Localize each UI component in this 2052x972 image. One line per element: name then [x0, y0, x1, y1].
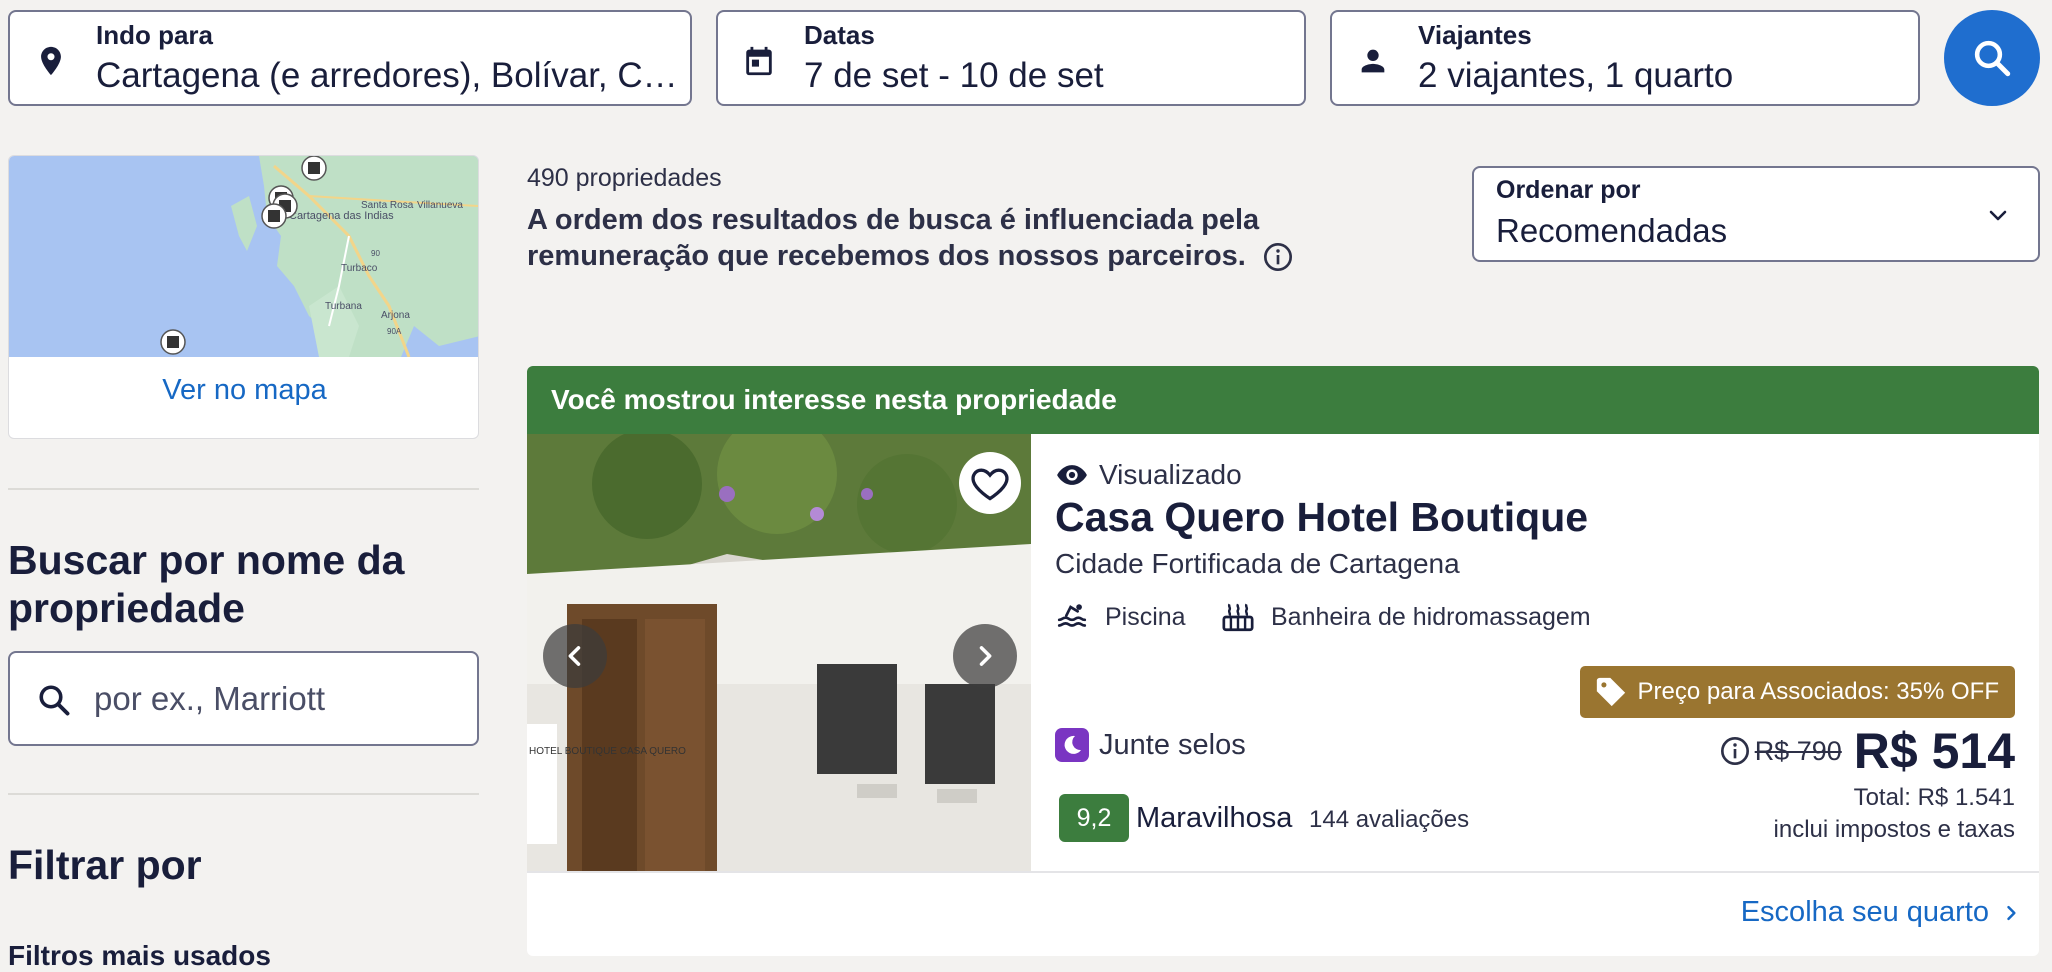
- original-price: R$ 790: [1754, 735, 1842, 766]
- rating-label: Maravilhosa: [1136, 802, 1293, 834]
- interest-banner: Você mostrou interesse nesta propriedade: [527, 366, 2039, 434]
- viewed-indicator: Visualizado: [1055, 458, 1242, 492]
- choose-room-link[interactable]: Escolha seu quarto: [1741, 896, 2021, 929]
- sidebar-divider: [8, 793, 479, 795]
- next-photo-button[interactable]: [953, 624, 1017, 688]
- sort-label: Ordenar por: [1496, 176, 1641, 204]
- rating-score: 9,2: [1059, 794, 1129, 842]
- amenity-pool: Piscina: [1055, 600, 1186, 634]
- property-photo-carousel[interactable]: HOTEL BOUTIQUE CASA QUERO: [527, 434, 1031, 872]
- loyalty-text: Junte selos: [1099, 728, 1246, 761]
- loyalty-stamps: Junte selos: [1055, 728, 1246, 762]
- pool-icon: [1057, 604, 1087, 627]
- results-count: 490 propriedades: [527, 164, 722, 192]
- moon-icon: [1055, 728, 1089, 762]
- map-thumbnail[interactable]: Cartagena das Indias Santa Rosa Villanue…: [9, 156, 479, 357]
- travelers-label: Viajantes: [1418, 20, 1532, 50]
- sort-dropdown[interactable]: Ordenar por Recomendadas: [1472, 166, 2040, 262]
- calendar-icon: [746, 46, 772, 76]
- info-icon[interactable]: [1719, 735, 1751, 767]
- price-row: R$ 790 R$ 514: [1719, 722, 2015, 780]
- dates-value: 7 de set - 10 de set: [804, 56, 1104, 95]
- location-pin-icon: [41, 46, 61, 76]
- photo-sign-text: HOTEL BOUTIQUE CASA QUERO: [529, 746, 686, 757]
- hotel-map-pin[interactable]: [301, 156, 327, 181]
- travelers-value: 2 viajantes, 1 quarto: [1418, 56, 1734, 95]
- map-label: Turbana: [325, 301, 362, 312]
- hot-tub-icon: [1222, 603, 1254, 632]
- search-by-name-heading: Buscar por nome da propriedade: [8, 537, 405, 631]
- dates-field[interactable]: Datas 7 de set - 10 de set: [716, 10, 1306, 106]
- viewed-text: Visualizado: [1099, 459, 1242, 490]
- search-icon: [39, 685, 70, 716]
- property-card[interactable]: Você mostrou interesse nesta propriedade…: [527, 366, 2039, 956]
- tag-icon: [1596, 677, 1625, 707]
- previous-photo-button[interactable]: [543, 624, 607, 688]
- map-label: 90A: [387, 327, 402, 336]
- map-label: Cartagena das Indias: [289, 210, 394, 222]
- filter-heading: Filtrar por: [8, 842, 202, 888]
- map-label: Turbaco: [341, 263, 378, 274]
- destination-field[interactable]: Indo para Cartagena (e arredores), Bolív…: [8, 10, 692, 106]
- chevron-left-icon: [568, 646, 581, 666]
- person-icon: [1361, 49, 1385, 73]
- map-label: Santa Rosa: [361, 200, 414, 211]
- search-button[interactable]: [1944, 10, 2040, 106]
- chevron-right-icon: [2007, 905, 2016, 920]
- info-icon[interactable]: [1262, 241, 1294, 273]
- chevron-down-icon: [1989, 210, 2007, 221]
- search-icon: [1974, 40, 2011, 77]
- map-card[interactable]: Cartagena das Indias Santa Rosa Villanue…: [8, 155, 479, 439]
- ranking-disclaimer: A ordem dos resultados de busca é influe…: [527, 202, 1447, 274]
- taxes-note: inclui impostos e taxas: [1773, 816, 2015, 843]
- sidebar-divider: [8, 488, 479, 490]
- sort-value: Recomendadas: [1496, 212, 1728, 249]
- eye-icon: [1057, 465, 1087, 485]
- choose-room-text: Escolha seu quarto: [1740, 896, 1989, 928]
- property-name-search-box[interactable]: [8, 651, 479, 746]
- dates-label: Datas: [804, 20, 875, 50]
- favorite-button[interactable]: [959, 452, 1021, 514]
- map-label: Arjona: [381, 310, 410, 321]
- amenity-hot-tub: Banheira de hidromassagem: [1221, 600, 1591, 634]
- amenity-label: Piscina: [1105, 602, 1186, 631]
- amenity-label: Banheira de hidromassagem: [1271, 602, 1591, 631]
- popular-filters-heading: Filtros mais usados: [8, 940, 271, 971]
- member-price-badge: Preço para Associados: 35% OFF: [1579, 666, 2015, 718]
- property-name[interactable]: Casa Quero Hotel Boutique: [1055, 494, 1588, 541]
- ranking-disclaimer-text: A ordem dos resultados de busca é influe…: [527, 204, 1260, 272]
- heart-icon: [971, 468, 1009, 501]
- card-divider: [527, 871, 2039, 873]
- review-count: 144 avaliações: [1309, 806, 1470, 833]
- destination-value: Cartagena (e arredores), Bolívar, Colômb…: [96, 56, 680, 95]
- current-price: R$ 514: [1853, 723, 2015, 779]
- hotel-map-pin[interactable]: [160, 329, 186, 355]
- view-map-link[interactable]: Ver no mapa: [9, 374, 478, 407]
- property-location: Cidade Fortificada de Cartagena: [1055, 548, 1460, 579]
- member-price-text: Preço para Associados: 35% OFF: [1637, 678, 2000, 705]
- travelers-field[interactable]: Viajantes 2 viajantes, 1 quarto: [1330, 10, 1920, 106]
- destination-label: Indo para: [96, 20, 214, 50]
- total-price: Total: R$ 1.541: [1853, 784, 2015, 811]
- property-name-input[interactable]: [94, 673, 464, 725]
- chevron-right-icon: [979, 646, 992, 666]
- map-label: 90: [371, 249, 380, 258]
- map-label: Villanueva: [417, 200, 463, 211]
- hotel-map-pin[interactable]: [261, 203, 287, 229]
